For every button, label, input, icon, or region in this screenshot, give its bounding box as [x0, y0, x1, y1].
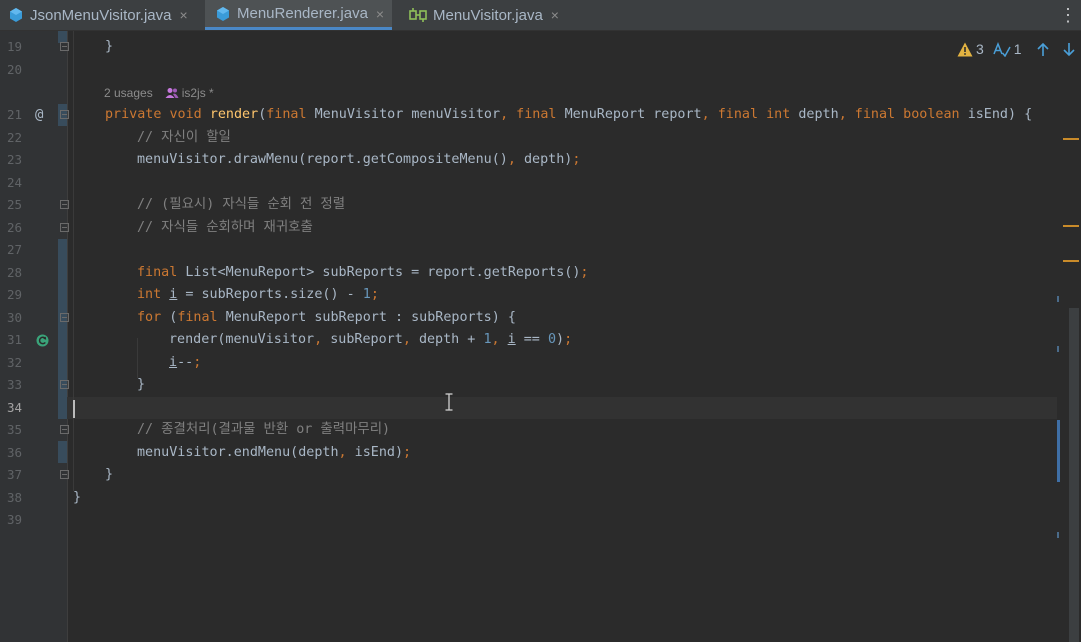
fold-icon[interactable] [60, 313, 69, 322]
code-line: // 종결처리(결과물 반환 or 출력마무리) [137, 422, 391, 437]
fold-icon[interactable] [60, 110, 69, 119]
line-number: 34 [6, 400, 22, 415]
vcs-change-marker [58, 441, 67, 463]
line-number: 39 [6, 512, 22, 527]
code-line: // (필요시) 자식들 순회 전 정렬 [137, 197, 346, 212]
line-number: 27 [6, 242, 22, 257]
fold-icon[interactable] [60, 42, 69, 51]
recursion-icon[interactable] [36, 334, 49, 347]
fold-icon[interactable] [60, 380, 69, 389]
code-line: } [73, 490, 82, 505]
code-line: } [105, 467, 114, 482]
line-number: 26 [6, 220, 22, 235]
code-line: i--; [169, 355, 202, 370]
java-interface-icon [409, 8, 427, 22]
tab-close-icon[interactable]: × [376, 6, 384, 22]
code-line: menuVisitor.drawMenu(report.getComposite… [137, 152, 581, 167]
warning-stripe-mark[interactable] [1063, 225, 1079, 227]
line-number: 29 [6, 287, 22, 302]
line-number: 22 [6, 130, 22, 145]
editor-tab-bar: JsonMenuVisitor.java × MenuRenderer.java… [0, 0, 1081, 31]
code-line: } [105, 39, 114, 54]
code-editor[interactable]: 19 } 20 2 usages is2js * 21 @ private vo… [0, 31, 1081, 642]
vcs-change-marker [58, 239, 67, 419]
tab-label: JsonMenuVisitor.java [30, 6, 172, 24]
line-number: 25 [6, 197, 22, 212]
usages-hint[interactable]: 2 usages [104, 84, 153, 102]
typo-icon [993, 41, 1011, 57]
fold-icon[interactable] [60, 425, 69, 434]
override-marker-icon[interactable]: @ [35, 104, 43, 126]
line-number: 38 [6, 490, 22, 505]
code-line: } [137, 377, 146, 392]
code-line: final List<MenuReport> subReports = repo… [137, 265, 589, 280]
code-line: int i = subReports.size() - 1; [137, 287, 379, 302]
tab-label: MenuRenderer.java [237, 5, 368, 22]
code-line: // 자식들 순회하며 재귀호출 [137, 220, 313, 235]
line-number: 19 [6, 39, 22, 54]
change-stripe-mark [1057, 346, 1059, 352]
line-number: 32 [6, 355, 22, 370]
java-class-icon [217, 6, 229, 21]
warning-count: 3 [976, 41, 984, 57]
arrow-down-icon[interactable] [1062, 42, 1076, 57]
line-number: 31 [6, 332, 22, 347]
arrow-up-icon[interactable] [1036, 42, 1050, 57]
text-caret [73, 400, 75, 418]
code-line: render(menuVisitor, subReport, depth + 1… [169, 332, 573, 347]
fold-icon[interactable] [60, 223, 69, 232]
tab-close-icon[interactable]: × [179, 7, 187, 23]
inspection-widget[interactable]: 3 1 [957, 39, 1076, 59]
warning-stripe-mark[interactable] [1063, 138, 1079, 140]
line-number: 23 [6, 152, 22, 167]
code-line: // 자신이 할일 [137, 130, 231, 145]
warning-stripe-mark[interactable] [1063, 260, 1079, 262]
warning-icon [957, 42, 973, 56]
change-stripe-mark [1057, 296, 1059, 302]
fold-icon[interactable] [60, 200, 69, 209]
change-stripe-mark [1057, 532, 1059, 538]
fold-icon[interactable] [60, 470, 69, 479]
typo-count: 1 [1013, 41, 1022, 57]
more-actions-icon[interactable]: ⋮ [1059, 6, 1077, 24]
current-line-highlight [67, 397, 1057, 419]
change-stripe-mark [1057, 420, 1060, 482]
line-number: 35 [6, 422, 22, 437]
users-icon [165, 88, 179, 98]
tab-label: MenuVisitor.java [433, 6, 543, 24]
line-number: 36 [6, 445, 22, 460]
code-line: for (final MenuReport subReport : subRep… [137, 310, 516, 325]
vertical-scrollbar[interactable] [1069, 308, 1079, 642]
tab-menu-visitor[interactable]: MenuVisitor.java × [409, 0, 559, 30]
line-number: 21 [6, 107, 22, 122]
code-line: menuVisitor.endMenu(depth, isEnd); [137, 445, 412, 460]
line-number: 28 [6, 265, 22, 280]
method-signature-line: private void render(final MenuVisitor me… [105, 107, 1033, 122]
ibeam-cursor-icon [445, 393, 453, 411]
line-number: 37 [6, 467, 22, 482]
tab-json-menu-visitor[interactable]: JsonMenuVisitor.java × [8, 0, 188, 30]
line-number: 33 [6, 377, 22, 392]
line-number: 20 [6, 62, 22, 77]
java-class-icon [10, 8, 22, 22]
tab-close-icon[interactable]: × [551, 7, 559, 23]
line-number: 30 [6, 310, 22, 325]
code-vision-hints[interactable]: 2 usages is2js * [104, 84, 214, 102]
tab-menu-renderer[interactable]: MenuRenderer.java × [205, 0, 393, 30]
author-hint[interactable]: is2js * [165, 84, 214, 102]
line-number: 24 [6, 175, 22, 190]
